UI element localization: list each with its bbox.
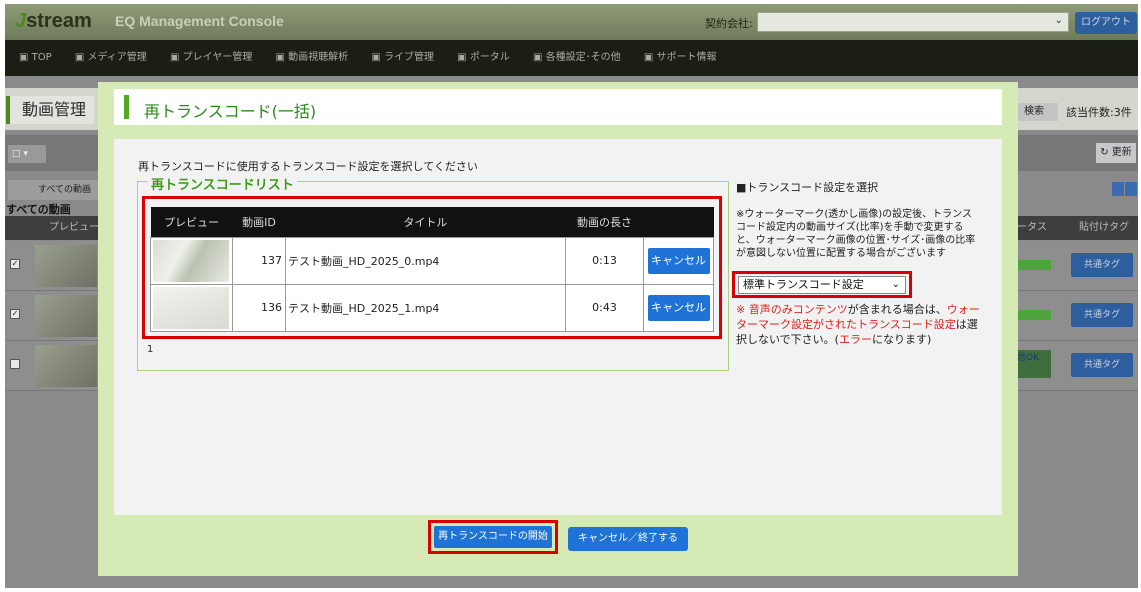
common-tag-button[interactable]: 共通タグ bbox=[1071, 303, 1133, 327]
list-legend: 再トランスコードリスト bbox=[148, 174, 297, 193]
refresh-icon: ↻ bbox=[1100, 147, 1109, 158]
company-select[interactable]: ⌄ bbox=[757, 12, 1069, 32]
row-cancel-button[interactable]: キャンセル bbox=[647, 247, 710, 274]
nav-item-analytics[interactable]: ▣ 動画視聴解析 bbox=[276, 52, 359, 63]
row-thumbnail bbox=[35, 345, 97, 387]
modal-title: 再トランスコード(一括) bbox=[144, 102, 317, 121]
transcode-setting-title: ■トランスコード設定を選択 bbox=[736, 181, 879, 194]
title-accent-bar bbox=[124, 95, 129, 119]
col-id: 動画ID bbox=[232, 207, 286, 237]
video-length: 0:43 bbox=[564, 283, 645, 332]
chevron-down-icon: ⌄ bbox=[1054, 15, 1063, 26]
video-thumbnail bbox=[153, 239, 229, 282]
row-cancel-button[interactable]: キャンセル bbox=[647, 294, 710, 321]
status-badge: 信OK bbox=[1017, 350, 1051, 378]
table-row: 137 テスト動画_HD_2025_0.mp4 0:13 キャンセル bbox=[150, 236, 714, 285]
console-title: EQ Management Console bbox=[115, 13, 284, 29]
retranscode-table: プレビュー 動画ID タイトル 動画の長さ 137 テスト動画_HD_2025_… bbox=[150, 207, 714, 332]
video-id: 136 bbox=[231, 283, 287, 332]
col-length: 動画の長さ bbox=[565, 207, 644, 237]
highlight-frame: プレビュー 動画ID タイトル 動画の長さ 137 テスト動画_HD_2025_… bbox=[142, 196, 722, 339]
logo: Jstream bbox=[15, 10, 92, 32]
nav-item-live[interactable]: ▣ ライブ管理 bbox=[371, 52, 444, 63]
chevron-down-icon: ⌄ bbox=[891, 279, 900, 290]
next-arrow-icon[interactable] bbox=[1125, 182, 1137, 196]
video-title: テスト動画_HD_2025_0.mp4 bbox=[285, 236, 566, 285]
bulk-select-dropdown[interactable]: □ ▾ bbox=[8, 145, 46, 163]
top-header: Jstream EQ Management Console 契約会社: ⌄ ログ… bbox=[5, 4, 1138, 40]
status-badge bbox=[1017, 260, 1051, 270]
company-label: 契約会社: bbox=[705, 17, 753, 30]
video-id: 137 bbox=[231, 236, 287, 285]
retranscode-list: 再トランスコードリスト プレビュー 動画ID タイトル 動画の長さ 137 テス… bbox=[137, 174, 729, 371]
common-tag-button[interactable]: 共通タグ bbox=[1071, 253, 1133, 277]
row-checkbox[interactable]: ✓ bbox=[10, 309, 20, 319]
result-count: 該当件数:3件 bbox=[1066, 106, 1132, 119]
col-preview: プレビュー bbox=[150, 207, 233, 237]
modal-body: 再トランスコードに使用するトランスコード設定を選択してください 再トランスコード… bbox=[114, 139, 1002, 515]
nav-item-portal[interactable]: ▣ ポータル bbox=[457, 52, 520, 63]
video-length: 0:13 bbox=[564, 236, 645, 285]
page-title: 動画管理 bbox=[6, 96, 94, 124]
retranscode-modal: 再トランスコード(一括) 再トランスコードに使用するトランスコード設定を選択して… bbox=[98, 82, 1018, 576]
row-checkbox[interactable]: ✓ bbox=[10, 259, 20, 269]
refresh-button[interactable]: ↻ 更新 bbox=[1096, 143, 1136, 163]
col-title: タイトル bbox=[285, 207, 566, 237]
start-retranscode-button[interactable]: 再トランスコードの開始 bbox=[434, 526, 552, 548]
status-badge bbox=[1017, 310, 1051, 320]
modal-header: 再トランスコード(一括) bbox=[114, 89, 1002, 125]
row-thumbnail bbox=[35, 295, 97, 337]
watermark-note: ※ウォーターマーク(透かし画像)の設定後、トランスコード設定内の動画サイズ(比率… bbox=[736, 209, 976, 259]
highlight-frame: 標準トランスコード設定 ⌄ bbox=[732, 271, 912, 298]
nav-item-support[interactable]: ▣ サポート情報 bbox=[644, 52, 727, 63]
row-thumbnail bbox=[35, 245, 97, 287]
common-tag-button[interactable]: 共通タグ bbox=[1071, 353, 1133, 377]
main-nav: ▣ TOP ▣ メディア管理 ▣ プレイヤー管理 ▣ 動画視聴解析 ▣ ライブ管… bbox=[5, 40, 1138, 76]
nav-item-settings[interactable]: ▣ 各種設定･その他 bbox=[533, 52, 631, 63]
prev-arrow-icon[interactable] bbox=[1112, 182, 1124, 196]
video-thumbnail bbox=[153, 286, 229, 329]
instruction-text: 再トランスコードに使用するトランスコード設定を選択してください bbox=[138, 160, 478, 173]
nav-item-media[interactable]: ▣ メディア管理 bbox=[75, 52, 157, 63]
transcode-setting-select[interactable]: 標準トランスコード設定 ⌄ bbox=[738, 276, 906, 294]
pager-arrows bbox=[1112, 182, 1138, 198]
video-title: テスト動画_HD_2025_1.mp4 bbox=[285, 283, 566, 332]
row-checkbox[interactable] bbox=[10, 359, 20, 369]
list-title: すべての動画 bbox=[6, 203, 71, 216]
col-action bbox=[643, 207, 714, 237]
logout-button[interactable]: ログアウト bbox=[1075, 12, 1137, 34]
page-number[interactable]: 1 bbox=[147, 344, 153, 355]
nav-item-top[interactable]: ▣ TOP bbox=[19, 52, 62, 63]
highlight-frame: 再トランスコードの開始 bbox=[428, 520, 558, 554]
cancel-close-button[interactable]: キャンセル／終了する bbox=[568, 527, 688, 551]
nav-item-player[interactable]: ▣ プレイヤー管理 bbox=[170, 52, 262, 63]
table-row: 136 テスト動画_HD_2025_1.mp4 0:43 キャンセル bbox=[150, 283, 714, 332]
tab-all-videos[interactable]: すべての動画 bbox=[8, 180, 98, 200]
audio-warning: ※ 音声のみコンテンツが含まれる場合は、ウォーターマーク設定がされたトランスコー… bbox=[736, 303, 980, 346]
